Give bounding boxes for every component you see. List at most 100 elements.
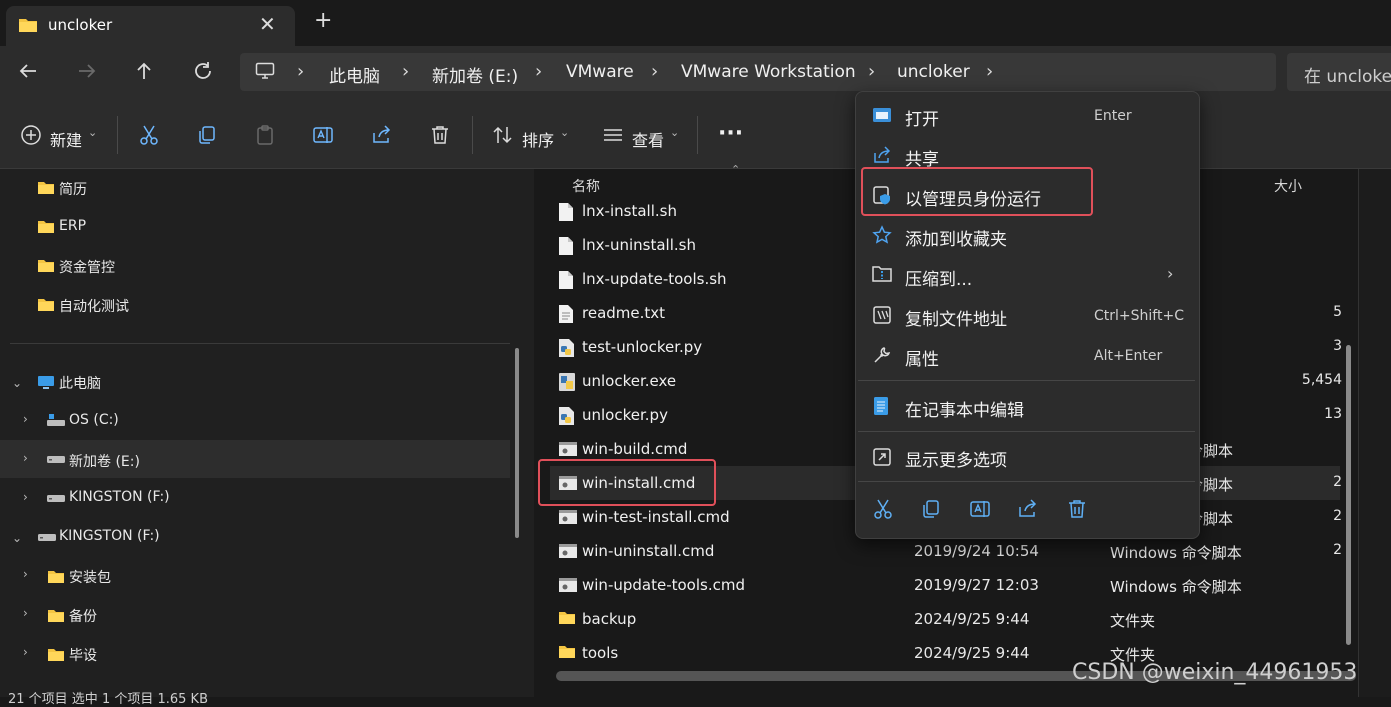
folder-icon: [47, 569, 65, 584]
sort-ascending-icon: ⌃: [731, 163, 741, 176]
copy-icon[interactable]: [920, 498, 942, 520]
view-button[interactable]: 查看: [632, 127, 664, 151]
chevron-down-icon[interactable]: ⌄: [12, 376, 22, 390]
chevron-right-icon[interactable]: ›: [23, 451, 28, 465]
rename-icon[interactable]: [969, 498, 991, 520]
folder-icon: [558, 644, 576, 659]
share-icon[interactable]: [1017, 498, 1039, 520]
file-name[interactable]: lnx-install.sh: [582, 202, 677, 220]
folder-icon: [37, 297, 55, 312]
sidebar-item-kingston-root[interactable]: KINGSTON (F:): [59, 528, 160, 544]
menu-item-edit-in-notepad[interactable]: 在记事本中编辑: [905, 396, 1024, 421]
sidebar-item-resume[interactable]: 简历: [59, 179, 87, 199]
plus-circle-icon[interactable]: [20, 124, 42, 146]
cut-icon[interactable]: [138, 124, 160, 146]
menu-item-copy-path[interactable]: 复制文件地址: [905, 305, 1007, 330]
up-arrow-icon[interactable]: [133, 60, 159, 86]
sidebar-item-graduation[interactable]: 毕设: [69, 645, 97, 665]
chevron-right-icon[interactable]: ›: [23, 606, 28, 620]
rename-icon[interactable]: [312, 124, 334, 146]
forward-arrow-icon[interactable]: [76, 60, 102, 86]
cmd-file-icon: [558, 543, 578, 559]
file-list-scrollbar[interactable]: [1346, 345, 1351, 645]
folder-name[interactable]: backup: [582, 610, 636, 628]
breadcrumb-drive-e[interactable]: 新加卷 (E:): [432, 62, 518, 87]
sidebar-item-automation-test[interactable]: 自动化测试: [59, 296, 129, 316]
folder-icon: [37, 180, 55, 195]
file-name[interactable]: win-update-tools.cmd: [582, 576, 745, 594]
sidebar-item-os-c[interactable]: OS (C:): [69, 412, 119, 428]
chevron-down-icon[interactable]: ⌄: [560, 126, 569, 139]
zip-folder-icon: [872, 265, 892, 283]
chevron-right-icon[interactable]: ›: [23, 412, 28, 426]
breadcrumb-uncloker[interactable]: uncloker: [897, 62, 970, 82]
column-header-size[interactable]: 大小: [1274, 176, 1302, 196]
folder-icon: [37, 258, 55, 273]
menu-item-open[interactable]: 打开: [905, 105, 939, 130]
column-header-name[interactable]: 名称: [572, 176, 600, 196]
breadcrumb-vmware[interactable]: VMware: [566, 62, 634, 82]
menu-item-show-more-options[interactable]: 显示更多选项: [905, 446, 1007, 471]
chevron-right-icon[interactable]: ›: [23, 645, 28, 659]
chevron-down-icon[interactable]: ⌄: [88, 126, 97, 139]
file-type: Windows 命令脚本: [1110, 544, 1242, 562]
toolbar-divider: [117, 116, 118, 154]
new-button[interactable]: 新建: [50, 127, 82, 151]
file-name[interactable]: test-unlocker.py: [582, 338, 702, 356]
folder-icon: [37, 219, 55, 234]
menu-item-add-to-favorites[interactable]: 添加到收藏夹: [905, 225, 1007, 250]
menu-shortcut-properties: Alt+Enter: [1094, 348, 1163, 364]
chevron-right-icon[interactable]: ›: [23, 490, 28, 504]
search-box[interactable]: 在 uncloke: [1287, 53, 1391, 91]
sidebar-item-fund-control[interactable]: 资金管控: [59, 257, 115, 277]
sort-icon[interactable]: [492, 124, 514, 146]
share-icon[interactable]: [371, 124, 393, 146]
file-size: 13: [1324, 406, 1342, 422]
sidebar-divider: [10, 343, 510, 344]
more-options-button[interactable]: ···: [718, 121, 743, 146]
file-name[interactable]: lnx-update-tools.sh: [582, 270, 727, 288]
chevron-down-icon[interactable]: ⌄: [12, 531, 22, 545]
chevron-down-icon[interactable]: ⌄: [670, 126, 679, 139]
usb-drive-icon: [46, 492, 66, 504]
folder-name[interactable]: tools: [582, 644, 618, 662]
file-name[interactable]: win-build.cmd: [582, 440, 687, 458]
file-size: 5,454: [1301, 372, 1342, 388]
search-input[interactable]: 在 uncloke: [1304, 62, 1391, 87]
menu-item-compress[interactable]: 压缩到...: [905, 265, 972, 290]
sidebar-item-this-pc[interactable]: 此电脑: [59, 373, 101, 393]
file-type: Windows 命令脚本: [1110, 578, 1242, 596]
sort-button[interactable]: 排序: [522, 127, 554, 151]
file-name[interactable]: win-test-install.cmd: [582, 508, 730, 526]
back-arrow-icon[interactable]: [17, 60, 43, 86]
paste-icon[interactable]: [254, 124, 276, 146]
breadcrumb-this-pc[interactable]: 此电脑: [329, 62, 380, 87]
file-name[interactable]: unlocker.exe: [582, 372, 676, 390]
annotation-highlight-run-as-admin: [861, 167, 1093, 216]
new-tab-button[interactable]: +: [314, 10, 332, 32]
refresh-icon[interactable]: [192, 60, 218, 86]
status-bar-text: 21 个项目 选中 1 个项目 1.65 KB: [8, 692, 208, 707]
sidebar-item-installers[interactable]: 安装包: [69, 567, 111, 587]
file-name[interactable]: unlocker.py: [582, 406, 668, 424]
file-name[interactable]: lnx-uninstall.sh: [582, 236, 696, 254]
sidebar-item-drive-e[interactable]: 新加卷 (E:): [69, 451, 140, 471]
copy-icon[interactable]: [196, 124, 218, 146]
delete-icon[interactable]: [1066, 498, 1088, 520]
cut-icon[interactable]: [872, 498, 894, 520]
file-icon: [558, 236, 574, 256]
sidebar-scrollbar[interactable]: [515, 348, 519, 538]
menu-item-properties[interactable]: 属性: [905, 345, 939, 370]
breadcrumb-vmware-workstation[interactable]: VMware Workstation: [681, 62, 856, 82]
chevron-right-icon[interactable]: ›: [23, 567, 28, 581]
view-icon[interactable]: [602, 124, 624, 146]
sidebar-item-kingston-f[interactable]: KINGSTON (F:): [69, 489, 170, 505]
file-name[interactable]: readme.txt: [582, 304, 665, 322]
sidebar-item-erp[interactable]: ERP: [59, 218, 86, 234]
file-name[interactable]: win-uninstall.cmd: [582, 542, 714, 560]
delete-icon[interactable]: [429, 124, 451, 146]
close-tab-icon[interactable]: ✕: [259, 14, 276, 34]
breadcrumb-separator: ›: [986, 61, 994, 82]
sidebar-item-backup[interactable]: 备份: [69, 606, 97, 626]
tab-uncloker[interactable]: uncloker ✕: [6, 6, 295, 46]
